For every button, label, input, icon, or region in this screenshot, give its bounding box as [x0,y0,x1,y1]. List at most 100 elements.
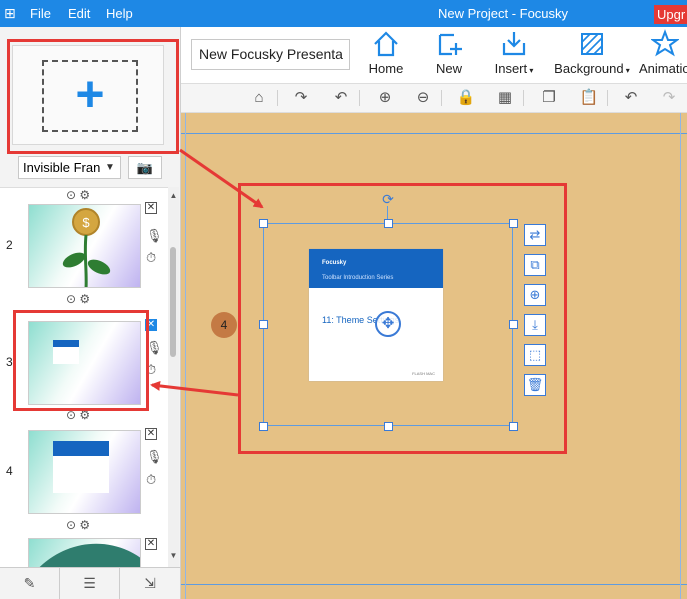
resize-handle[interactable] [384,219,393,228]
home-button[interactable]: Home [364,29,408,81]
timer-icon[interactable]: ⏱ [146,472,156,487]
resize-handle[interactable] [509,320,518,329]
svg-text:$: $ [82,215,90,230]
upgrade-button[interactable]: Upgr [654,5,687,24]
slide-content[interactable]: Focusky Toolbar Introduction Series 11: … [309,249,443,381]
zoom-out-icon[interactable]: ⊖ [413,88,433,108]
thumbnail-number: 4 [6,464,13,478]
resize-handle[interactable] [259,422,268,431]
timer-icon[interactable]: ⏱ [146,250,156,265]
menu-file[interactable]: File [30,0,51,27]
edit-icon[interactable]: ✎ [0,568,60,599]
close-icon[interactable]: ✕ [145,428,157,440]
window-title: New Project - Focusky [438,6,569,21]
export-icon[interactable]: ⇲ [120,568,180,599]
redo-rotate-icon[interactable]: ↷ [291,88,311,108]
guide-line [680,113,681,599]
grid-icon[interactable]: ▦ [495,88,515,108]
resize-handle[interactable] [259,219,268,228]
insert-icon [491,29,537,61]
background-button[interactable]: Background ▾ [551,29,633,81]
resize-handle[interactable] [384,422,393,431]
thumbnail-number: 3 [6,355,13,369]
title-bar: ⊞ File Edit Help New Project - Focusky U… [0,0,687,27]
microphone-icon[interactable]: 🎙 [146,449,163,464]
canvas[interactable]: 4 ⟳ Focusky Toolbar Introduction Series … [181,113,687,599]
guide-line [181,133,687,134]
animation-button[interactable]: Animation [639,29,687,81]
close-icon[interactable]: ✕ [145,538,157,550]
toolbar-divider [523,90,524,106]
rotate-handle-icon[interactable]: ⟳ [381,192,395,206]
resize-handle[interactable] [259,320,268,329]
scroll-up-icon[interactable]: ▲ [168,191,179,203]
insert-button[interactable]: Insert ▾ [491,29,537,81]
home-icon [364,29,408,61]
play-settings-controls[interactable]: ⊙ ⚙ [66,292,90,306]
slide-preview [39,543,140,567]
highlight-box [7,39,179,154]
app-logo-icon: ⊞ [4,5,16,21]
home-label: Home [368,61,404,76]
replace-icon[interactable]: ⧉ [524,254,546,276]
guide-line [185,113,186,599]
presentation-title-input[interactable]: New Focusky Presenta [191,39,350,70]
toolbar-divider [441,90,442,106]
thumbnail-scrollbar[interactable]: ▲ ▼ [168,187,179,567]
move-icon[interactable]: ✥ [375,311,401,337]
frame-type-value: Invisible Fran [23,160,101,175]
undo-rotate-icon[interactable]: ↶ [331,88,351,108]
undo-icon[interactable]: ↶ [621,88,641,108]
guide-line [181,584,687,585]
new-label: New [435,61,462,76]
insert-label: Insert ▾ [494,61,534,76]
add-circle-icon[interactable]: ⊕ [524,284,546,306]
new-frame-icon [431,29,467,61]
animation-label: Animation [639,61,687,76]
menu-edit[interactable]: Edit [68,0,90,27]
toolbar-divider [607,90,608,106]
import-icon[interactable]: ⤓ [524,314,546,336]
copy-icon[interactable]: ❐ [539,88,559,108]
lock-icon[interactable]: 🔒 [456,88,476,108]
slide-footer: FLASH MAC [412,371,435,376]
menu-help[interactable]: Help [106,0,133,27]
slide-list-icon[interactable]: ☰ [60,568,120,599]
frame-type-select[interactable]: Invisible Fran ▼ [18,156,121,179]
toolbar-divider [359,90,360,106]
delete-icon[interactable]: 🗑 [524,374,546,396]
scroll-thumb[interactable] [170,247,176,357]
thumbnail-image[interactable] [28,430,141,514]
resize-handle[interactable] [509,422,518,431]
resize-handle[interactable] [509,219,518,228]
left-panel: + Invisible Fran ▼ 📷 ⊙ ⚙ 2 $ ✕ 🎙 ⏱ ⊙ ⚙ 3… [0,27,181,599]
money-plant-illustration: $ [62,208,111,287]
slide-header-band: Focusky Toolbar Introduction Series [309,249,443,288]
left-bottom-bar: ✎ ☰ ⇲ [0,567,180,599]
close-icon[interactable]: ✕ [145,202,157,214]
home-icon[interactable]: ⌂ [249,88,269,108]
animation-icon [639,29,687,61]
play-settings-controls[interactable]: ⊙ ⚙ [66,188,90,202]
ribbon: New Focusky Presenta Home New Insert ▾ B… [181,27,687,84]
thumbnail-number: 2 [6,238,13,252]
toolbar-divider [277,90,278,106]
background-label: Background ▾ [554,61,630,76]
play-settings-controls[interactable]: ⊙ ⚙ [66,518,90,532]
zoom-in-icon[interactable]: ⊕ [375,88,395,108]
chevron-down-icon: ▼ [100,157,120,178]
thumbnail-image[interactable] [28,538,141,567]
highlight-box [13,310,149,411]
redo-icon[interactable]: ↷ [659,88,679,108]
frame-number-badge[interactable]: 4 [211,312,237,338]
microphone-icon[interactable]: 🎙 [146,228,163,243]
select-icon[interactable]: ⬚ [524,344,546,366]
thumbnail-image[interactable]: $ [28,204,141,288]
slide-subtitle: Toolbar Introduction Series [322,275,394,281]
paste-icon[interactable]: 📋 [579,88,599,108]
background-icon [551,29,633,61]
scroll-down-icon[interactable]: ▼ [168,551,179,563]
new-button[interactable]: New [431,29,467,81]
swap-icon[interactable]: ⇄ [524,224,546,246]
camera-icon[interactable]: 📷 [128,156,162,179]
